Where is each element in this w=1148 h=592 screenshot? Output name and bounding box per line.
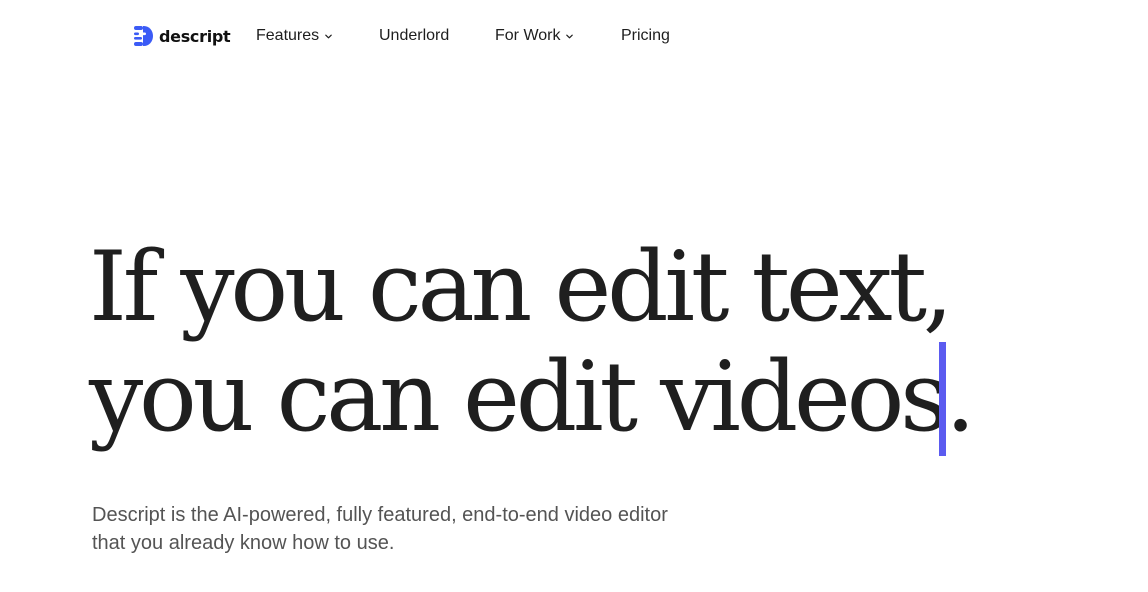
hero-title-line-2: you can edit videos. <box>89 341 976 453</box>
hero-subtitle-line-1: Descript is the AI-powered, fully featur… <box>92 504 668 526</box>
brand-logo-link[interactable]: descript <box>133 23 231 49</box>
nav-item-label: Features <box>256 27 320 44</box>
nav-item-for-work[interactable]: For Work <box>495 25 574 47</box>
nav-item-label: For Work <box>495 27 561 44</box>
text-cursor-caret <box>939 342 946 456</box>
descript-logo-icon <box>134 26 153 46</box>
nav-item-label: Underlord <box>379 27 450 44</box>
nav-item-label: Pricing <box>621 27 670 44</box>
nav-item-features[interactable]: Features <box>256 25 333 47</box>
chevron-down-icon <box>566 34 574 38</box>
nav-item-pricing[interactable]: Pricing <box>621 25 670 47</box>
hero-title-line-1: If you can edit text, <box>89 231 953 343</box>
hero-title: If you can edit text, you can edit video… <box>89 231 976 453</box>
nav-item-underlord[interactable]: Underlord <box>379 25 449 47</box>
hero-subtitle-line-2: that you already know how to use. <box>92 532 395 554</box>
chevron-down-icon <box>325 34 332 38</box>
brand-name: descript <box>159 26 231 46</box>
top-navigation: descript Features Underlord For Work Pri… <box>0 0 1148 72</box>
hero-subtitle: Descript is the AI-powered, fully featur… <box>92 501 752 557</box>
